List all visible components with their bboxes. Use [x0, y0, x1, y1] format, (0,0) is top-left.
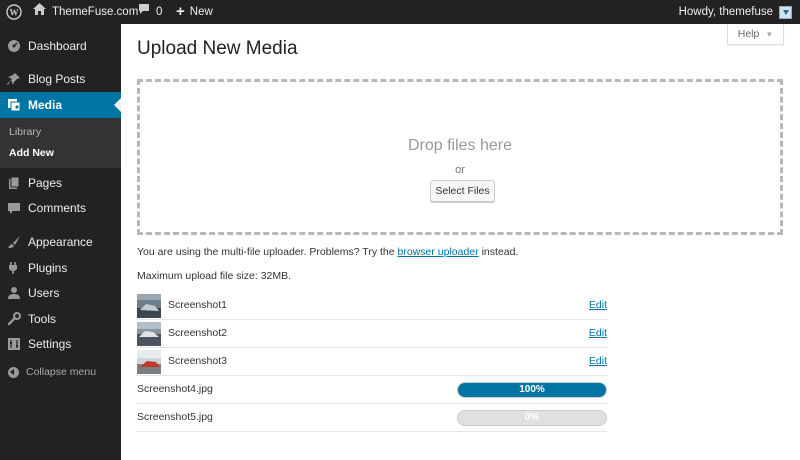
svg-text:W: W [10, 8, 19, 18]
site-name-link[interactable]: ThemeFuse.com [33, 0, 138, 24]
sidebar-item-blog-posts[interactable]: Blog Posts [0, 66, 121, 92]
collapse-arrow-icon [8, 366, 19, 378]
comment-icon [7, 201, 21, 215]
wordpress-logo-icon[interactable]: W [6, 0, 22, 24]
media-item-uploading: Screenshot4.jpg 100% [137, 376, 607, 404]
collapse-menu-button[interactable]: Collapse menu [0, 362, 121, 382]
sidebar-item-label: Tools [28, 312, 57, 326]
sidebar-item-label: Users [28, 286, 60, 300]
admin-bar: W ThemeFuse.com 0 + New Howdy, themefuse [0, 0, 800, 24]
sidebar-item-label: Dashboard [28, 39, 87, 53]
sidebar-item-tools[interactable]: Tools [0, 306, 121, 332]
sidebar-item-comments[interactable]: Comments [0, 195, 121, 221]
brush-icon [7, 235, 21, 249]
edit-link[interactable]: Edit [589, 292, 607, 319]
media-item: Screenshot2 Edit [137, 320, 607, 348]
edit-link[interactable]: Edit [589, 348, 607, 375]
plugin-icon [7, 261, 21, 275]
media-submenu: Library Add New [0, 118, 121, 168]
media-filename: Screenshot3 [168, 355, 227, 367]
media-filename: Screenshot4.jpg [137, 383, 213, 395]
comment-bubble-icon [138, 0, 150, 24]
browser-uploader-link[interactable]: browser uploader [398, 246, 479, 258]
sidebar-item-label: Comments [28, 201, 87, 215]
thumbnail-image [137, 294, 161, 318]
new-content-link[interactable]: + New [176, 0, 213, 24]
media-filename: Screenshot1 [168, 299, 227, 311]
help-button[interactable]: Help ▼ [727, 24, 784, 45]
new-label: New [189, 6, 213, 18]
thumbnail-image [137, 350, 161, 374]
sidebar-item-pages[interactable]: Pages [0, 170, 121, 196]
submenu-item-library[interactable]: Library [9, 126, 41, 138]
sidebar-item-label: Appearance [28, 235, 93, 249]
upload-progress-bar: 0% [457, 410, 607, 426]
comment-count: 0 [156, 6, 163, 18]
media-item: Screenshot1 Edit [137, 292, 607, 320]
account-menu[interactable]: Howdy, themefuse [679, 0, 792, 24]
sidebar-item-label: Media [28, 98, 63, 112]
sidebar-item-label: Blog Posts [28, 72, 86, 86]
wrench-icon [7, 312, 21, 326]
uploader-info: You are using the multi-file uploader. P… [137, 246, 518, 258]
sidebar-item-plugins[interactable]: Plugins [0, 255, 121, 281]
media-filename: Screenshot2 [168, 327, 227, 339]
info-suffix: instead. [481, 246, 519, 258]
upload-progress-bar: 100% [457, 382, 607, 398]
media-icon [7, 98, 21, 112]
settings-icon [7, 337, 21, 351]
help-label: Help [737, 28, 760, 40]
drop-files-text: Drop files here [407, 137, 513, 154]
sidebar-item-users[interactable]: Users [0, 280, 121, 306]
media-filename: Screenshot5.jpg [137, 411, 213, 423]
max-upload-size: Maximum upload file size: 32MB. [137, 270, 292, 282]
progress-label: 100% [519, 384, 545, 395]
comments-link[interactable]: 0 [138, 0, 162, 24]
sidebar-item-label: Plugins [28, 261, 68, 275]
info-prefix: You are using the multi-file uploader. P… [137, 246, 395, 258]
sidebar-item-label: Settings [28, 337, 72, 351]
media-item: Screenshot3 Edit [137, 348, 607, 376]
progress-label: 0% [524, 412, 540, 423]
main-content: Help ▼ Upload New Media Drop files here … [121, 24, 800, 460]
collapse-label: Collapse menu [26, 366, 97, 378]
avatar [779, 5, 792, 19]
drop-or-text: or [455, 164, 465, 176]
plus-icon: + [176, 3, 185, 20]
sidebar-item-dashboard[interactable]: Dashboard [0, 33, 121, 59]
page-title: Upload New Media [137, 38, 298, 59]
sidebar-item-label: Pages [28, 176, 63, 190]
site-name: ThemeFuse.com [52, 6, 139, 18]
media-item-uploading: Screenshot5.jpg 0% [137, 404, 607, 432]
user-icon [7, 286, 21, 300]
pages-icon [7, 176, 21, 190]
pin-icon [7, 72, 21, 86]
caret-down-icon: ▼ [765, 29, 774, 39]
select-files-button[interactable]: Select Files [430, 180, 495, 202]
thumbnail-image [137, 322, 161, 346]
home-icon [33, 0, 46, 24]
submenu-item-add-new[interactable]: Add New [9, 147, 54, 159]
sidebar-item-appearance[interactable]: Appearance [0, 229, 121, 255]
howdy-text: Howdy, themefuse [678, 6, 773, 18]
drop-zone[interactable]: Drop files here or Select Files [137, 79, 783, 235]
dashboard-icon [7, 39, 21, 53]
edit-link[interactable]: Edit [589, 320, 607, 347]
admin-sidebar: Dashboard Blog Posts Media Library Add N… [0, 24, 121, 460]
sidebar-item-media[interactable]: Media [0, 92, 121, 118]
sidebar-item-settings[interactable]: Settings [0, 331, 121, 357]
